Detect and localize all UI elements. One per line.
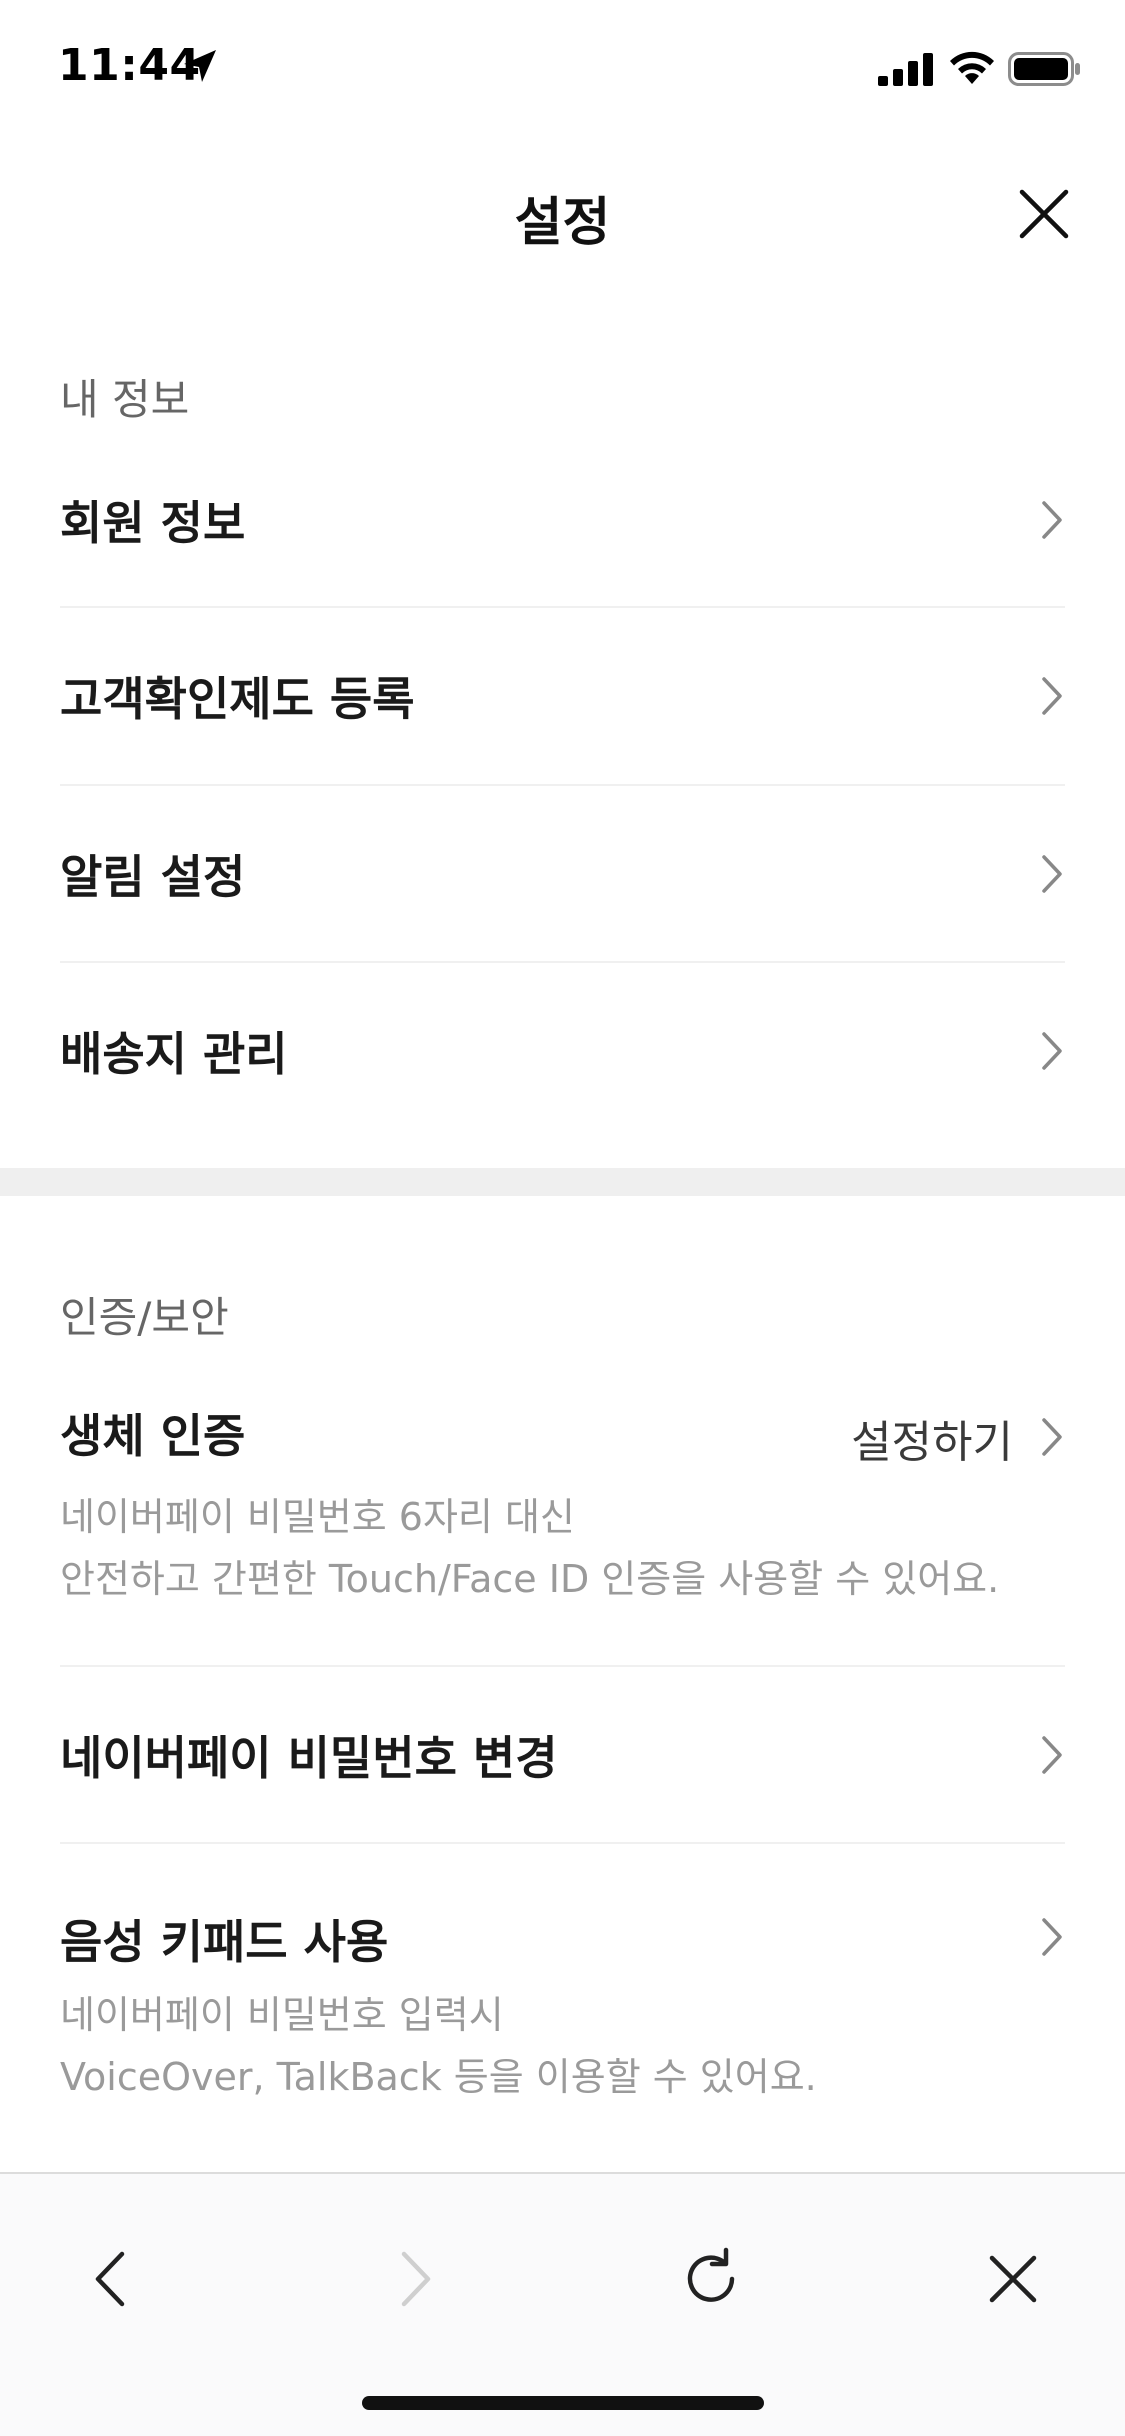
section-separator [0, 1168, 1125, 1196]
status-bar: 11:44 [0, 0, 1125, 132]
chevron-right-icon [1042, 1736, 1062, 1774]
menu-item-label: 알림 설정 [60, 850, 246, 904]
menu-item-voice-keypad[interactable]: 음성 키패드 사용 네이버페이 비밀번호 입력시 VoiceOver, Talk… [0, 1906, 1125, 2126]
wifi-icon [950, 51, 994, 84]
biometric-setup-link[interactable]: 설정하기 [851, 1406, 1013, 1470]
forward-button[interactable] [378, 2244, 448, 2314]
menu-item-description: VoiceOver, TalkBack 등을 이용할 수 있어요. [60, 2055, 817, 2099]
menu-item-label: 음성 키패드 사용 [60, 1915, 389, 1969]
page-title: 설정 [514, 193, 611, 253]
chevron-right-icon [1042, 501, 1062, 539]
section-label-auth-security: 인증/보안 [60, 1293, 229, 1342]
menu-item-label: 생체 인증 [60, 1409, 246, 1463]
menu-item-label: 배송지 관리 [60, 1027, 288, 1081]
back-button[interactable] [78, 2244, 148, 2314]
location-arrow-icon [184, 50, 216, 82]
menu-item-member-info[interactable]: 회원 정보 [0, 432, 1125, 608]
close-button[interactable] [1012, 182, 1076, 246]
refresh-button[interactable] [676, 2244, 746, 2314]
menu-item-customer-verification[interactable]: 고객확인제도 등록 [0, 608, 1125, 784]
menu-item-biometric-auth[interactable]: 생체 인증 설정하기 네이버페이 비밀번호 6자리 대신 안전하고 간편한 To… [0, 1400, 1125, 1664]
browser-toolbar [0, 2172, 1125, 2436]
chevron-right-icon [1042, 677, 1062, 715]
menu-item-description: 네이버페이 비밀번호 6자리 대신 [60, 1495, 575, 1539]
menu-item-description: 안전하고 간편한 Touch/Face ID 인증을 사용할 수 있어요. [60, 1557, 1000, 1601]
chevron-right-icon [1042, 1418, 1062, 1456]
menu-item-label: 네이버페이 비밀번호 변경 [60, 1731, 558, 1785]
chevron-right-icon [1042, 1918, 1062, 1956]
chevron-right-icon [1042, 855, 1062, 893]
header: 설정 [0, 150, 1125, 280]
menu-item-notification-settings[interactable]: 알림 설정 [0, 786, 1125, 962]
chevron-right-icon [1042, 1032, 1062, 1070]
close-tab-button[interactable] [978, 2244, 1048, 2314]
settings-screen: 11:44 설정 내 정보 회원 정보 고객확인제도 등록 알림 설정 배송지 … [0, 0, 1125, 2436]
menu-item-label: 회원 정보 [60, 496, 246, 550]
section-label-my-info: 내 정보 [60, 375, 190, 424]
menu-item-description: 네이버페이 비밀번호 입력시 [60, 1993, 504, 2037]
menu-item-shipping-address[interactable]: 배송지 관리 [0, 963, 1125, 1139]
battery-icon [1008, 52, 1080, 86]
cellular-signal-icon [878, 53, 933, 86]
menu-item-change-password[interactable]: 네이버페이 비밀번호 변경 [0, 1667, 1125, 1843]
divider [60, 1842, 1065, 1844]
menu-item-label: 고객확인제도 등록 [60, 672, 415, 726]
home-indicator [362, 2396, 764, 2410]
